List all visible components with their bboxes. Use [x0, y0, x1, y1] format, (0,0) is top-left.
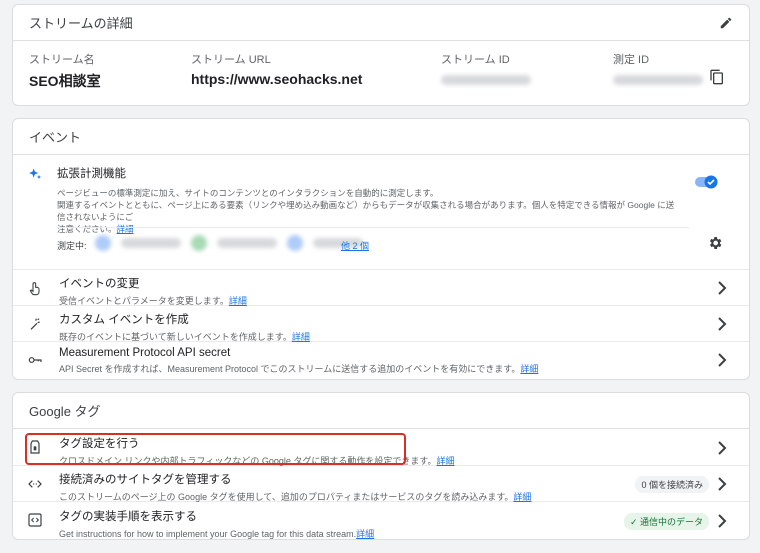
tag-row-title: タグ設定を行う: [59, 438, 140, 450]
data-flowing-badge: ✓ 通信中のデータ: [623, 513, 709, 530]
custom-event-icon: [30, 318, 40, 330]
enhanced-detail-link[interactable]: 詳細: [117, 224, 134, 234]
events-row-mp-secret[interactable]: Measurement Protocol API secret API Secr…: [13, 342, 749, 378]
tag-row-connected[interactable]: 接続済みのサイトタグを管理する このストリームのページ上の Google タグを…: [13, 466, 749, 502]
edit-pencil-icon[interactable]: [719, 16, 733, 30]
events-header: イベント: [13, 119, 749, 155]
stream-url-label: ストリーム URL: [191, 54, 271, 66]
enhanced-toggle[interactable]: [695, 175, 719, 189]
chevron-right-icon[interactable]: [717, 353, 727, 367]
stream-id-label: ストリーム ID: [441, 54, 510, 66]
more-events-link[interactable]: 他 2 個: [341, 239, 369, 252]
stream-url-value: https://www.seohacks.net: [191, 71, 363, 87]
tag-row-detail-link[interactable]: 詳細: [513, 492, 531, 502]
tag-row-title: タグの実装手順を表示する: [59, 511, 197, 523]
tag-row-detail-link[interactable]: 詳細: [436, 456, 454, 466]
tag-row-configure[interactable]: タグ設定を行う クロスドメイン リンクや内部トラフィックなどの Google タ…: [13, 429, 749, 466]
code-box-icon: [28, 513, 42, 527]
events-row-detail-link[interactable]: 詳細: [229, 296, 247, 306]
events-row-desc: API Secret を作成すれば、Measurement Protocol で…: [59, 364, 521, 374]
event-chip-icon: [191, 235, 207, 251]
chevron-right-icon[interactable]: [717, 514, 727, 528]
copy-icon[interactable]: [709, 69, 725, 85]
tag-row-desc: クロスドメイン リンクや内部トラフィックなどの Google タグに関する動作を…: [59, 456, 437, 466]
events-title: イベント: [29, 130, 82, 145]
stream-info-row: ストリーム名 SEO相談室 ストリーム URL https://www.seoh…: [13, 41, 749, 105]
google-tag-card: Google タグ タグ設定を行う クロスドメイン リンクや内部トラフィックなど…: [12, 392, 750, 540]
tag-row-instructions[interactable]: タグの実装手順を表示する Get instructions for how to…: [13, 502, 749, 539]
enhanced-divider: [57, 227, 689, 228]
tag-settings-icon: [30, 440, 40, 454]
tag-row-title: 接続済みのサイトタグを管理する: [59, 474, 232, 486]
google-tag-title: Google タグ: [29, 404, 101, 419]
enhanced-desc-line3: 注意ください。: [57, 224, 117, 234]
events-row-detail-link[interactable]: 詳細: [520, 364, 538, 374]
tag-row-desc: Get instructions for how to implement yo…: [59, 529, 357, 539]
enhanced-desc-line1: ページビューの標準測定に加え、サイトのコンテンツとのインタラクションを自動的に測…: [57, 188, 439, 198]
code-arrows-icon: [28, 480, 42, 488]
events-card: イベント 拡張計測機能 ページビューの標準測定に加え、サイトのコンテンツとのイン…: [12, 118, 750, 380]
tag-row-desc: このストリームのページ上の Google タグを使用して、追加のプロパティまたは…: [59, 492, 514, 502]
events-row-title: イベントの変更: [59, 278, 140, 290]
touch-icon: [29, 282, 40, 296]
stream-name-value: SEO相談室: [29, 73, 101, 89]
event-chip-label: [121, 238, 181, 248]
stream-id-blurred: [441, 71, 531, 89]
stream-url-col: ストリーム URL https://www.seohacks.net: [191, 51, 362, 87]
events-row-title: カスタム イベントを作成: [59, 314, 189, 326]
measure-id-blurred: [613, 71, 703, 89]
stream-id-col: ストリーム ID: [441, 51, 531, 89]
enhanced-measurement-row: 拡張計測機能 ページビューの標準測定に加え、サイトのコンテンツとのインタラクショ…: [13, 155, 749, 270]
measure-id-col: 測定 ID: [613, 51, 703, 89]
events-row-desc: 既存のイベントに基づいて新しいイベントを作成します。: [59, 332, 292, 342]
stream-name-col: ストリーム名 SEO相談室: [29, 51, 101, 91]
stream-details-title: ストリームの詳細: [29, 16, 133, 31]
measure-id-label: 測定 ID: [613, 54, 650, 66]
connected-count-badge: 0 個を接続済み: [635, 476, 709, 493]
stream-details-header: ストリームの詳細: [13, 5, 749, 41]
event-chip-icon: [287, 235, 303, 251]
event-chip-label: [217, 238, 277, 248]
events-row-create[interactable]: カスタム イベントを作成 既存のイベントに基づいて新しいイベントを作成します。詳…: [13, 306, 749, 342]
sparkle-icon: [29, 168, 41, 179]
events-row-modify[interactable]: イベントの変更 受信イベントとパラメータを変更します。詳細: [13, 270, 749, 306]
measuring-label: 測定中:: [57, 241, 87, 251]
enhanced-title: 拡張計測機能: [57, 168, 126, 180]
events-row-desc: 受信イベントとパラメータを変更します。: [59, 296, 229, 306]
tag-row-detail-link[interactable]: 詳細: [356, 529, 374, 539]
google-tag-header: Google タグ: [13, 393, 749, 429]
events-row-title: Measurement Protocol API secret: [59, 347, 231, 359]
stream-details-card: ストリームの詳細 ストリーム名 SEO相談室 ストリーム URL https:/…: [12, 4, 750, 106]
chevron-right-icon[interactable]: [717, 477, 727, 491]
events-row-detail-link[interactable]: 詳細: [292, 332, 310, 342]
stream-name-label: ストリーム名: [29, 54, 95, 66]
chevron-right-icon[interactable]: [717, 441, 727, 455]
chevron-right-icon[interactable]: [717, 317, 727, 331]
key-icon: [28, 357, 42, 363]
measured-events-chips: [95, 235, 363, 251]
gear-icon[interactable]: [707, 235, 723, 251]
event-chip-icon: [95, 235, 111, 251]
enhanced-desc-line2: 関連するイベントとともに、ページ上にある要素（リンクや埋め込み動画など）からもデ…: [57, 200, 675, 222]
chevron-right-icon[interactable]: [717, 281, 727, 295]
